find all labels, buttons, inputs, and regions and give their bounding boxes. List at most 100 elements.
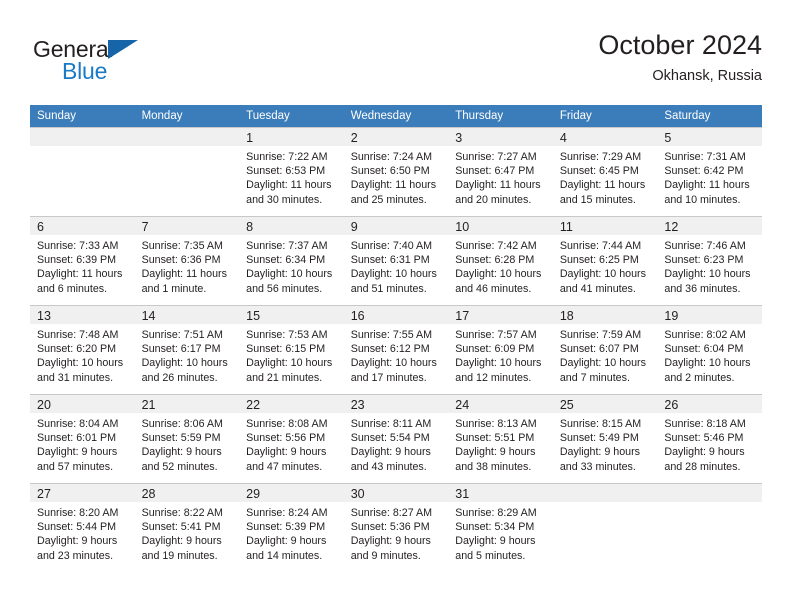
day-cell-inner: 17 Sunrise: 7:57 AM Sunset: 6:09 PM Dayligh…: [448, 305, 553, 394]
daylight-text-line1: Daylight: 11 hours: [246, 179, 332, 192]
sunset-text: Sunset: 6:34 PM: [246, 254, 326, 267]
day-cell-18[interactable]: 18 Sunrise: 7:59 AM Sunset: 6:07 PM Dayligh…: [552, 305, 658, 394]
day-cell-inner: 12 Sunrise: 7:46 AM Sunset: 6:23 PM Dayligh…: [657, 216, 762, 305]
day-cell-16[interactable]: 16 Sunrise: 7:55 AM Sunset: 6:12 PM Dayligh…: [343, 305, 449, 394]
day-cell-4[interactable]: 4 Sunrise: 7:29 AM Sunset: 6:45 PM Daylight…: [552, 127, 658, 216]
daylight-text-line2: and 38 minutes.: [455, 460, 532, 473]
day-cell-7[interactable]: 7 Sunrise: 7:35 AM Sunset: 6:36 PM Daylight…: [134, 216, 240, 305]
daylight-text-line2: and 46 minutes.: [455, 282, 532, 295]
sunrise-text: Sunrise: 7:42 AM: [455, 240, 537, 252]
sunset-text: Sunset: 6:20 PM: [37, 343, 117, 356]
day-cell-8[interactable]: 8 Sunrise: 7:37 AM Sunset: 6:34 PM Daylight…: [239, 216, 344, 305]
calendar-page: General Blue October 2024 Okhansk, Russi…: [0, 0, 792, 612]
day-number-band: 11: [552, 217, 658, 235]
day-cell-inner: 10 Sunrise: 7:42 AM Sunset: 6:28 PM Dayligh…: [448, 216, 553, 305]
daylight-text-line1: Daylight: 11 hours: [37, 268, 123, 281]
sunrise-text: Sunrise: 8:06 AM: [141, 418, 223, 430]
day-cell-22[interactable]: 22 Sunrise: 8:08 AM Sunset: 5:56 PM Dayligh…: [239, 394, 344, 483]
day-cell-29[interactable]: 29 Sunrise: 8:24 AM Sunset: 5:39 PM Dayligh…: [239, 483, 344, 572]
sunset-text: Sunset: 5:54 PM: [350, 432, 430, 445]
day-cell-details: [30, 146, 135, 150]
day-number-band: 10: [448, 217, 553, 235]
day-cell-13[interactable]: 13 Sunrise: 7:48 AM Sunset: 6:20 PM Dayligh…: [30, 305, 135, 394]
day-cell-15[interactable]: 15 Sunrise: 7:53 AM Sunset: 6:15 PM Dayligh…: [239, 305, 344, 394]
sunset-text: Sunset: 6:04 PM: [664, 343, 744, 356]
daylight-text-line2: and 15 minutes.: [559, 193, 636, 206]
day-cell-28[interactable]: 28 Sunrise: 8:22 AM Sunset: 5:41 PM Dayligh…: [134, 483, 240, 572]
sunrise-text: Sunrise: 7:35 AM: [141, 240, 223, 252]
day-cell-24[interactable]: 24 Sunrise: 8:13 AM Sunset: 5:51 PM Dayligh…: [448, 394, 553, 483]
day-cell-25[interactable]: 25 Sunrise: 8:15 AM Sunset: 5:49 PM Dayligh…: [552, 394, 658, 483]
daylight-text-line1: Daylight: 9 hours: [350, 535, 431, 548]
day-cell-details: Sunrise: 8:22 AM Sunset: 5:41 PM Daylight:…: [135, 502, 240, 563]
weekday-header-thursday: Thursday: [448, 105, 553, 127]
sunset-text: Sunset: 6:23 PM: [664, 254, 744, 267]
day-cell-31[interactable]: 31 Sunrise: 8:29 AM Sunset: 5:34 PM Dayligh…: [448, 483, 553, 572]
day-cell-details: [553, 502, 658, 506]
day-cell-3[interactable]: 3 Sunrise: 7:27 AM Sunset: 6:47 PM Daylight…: [448, 127, 553, 216]
daylight-text-line2: and 7 minutes.: [559, 371, 630, 384]
day-cell-6[interactable]: 6 Sunrise: 7:33 AM Sunset: 6:39 PM Daylight…: [30, 216, 135, 305]
day-cell-26[interactable]: 26 Sunrise: 8:18 AM Sunset: 5:46 PM Dayligh…: [657, 394, 762, 483]
day-cell-details: Sunrise: 7:35 AM Sunset: 6:36 PM Daylight:…: [135, 235, 240, 296]
day-cell-inner: 5 Sunrise: 7:31 AM Sunset: 6:42 PM Daylight…: [657, 127, 762, 216]
calendar-body: 1 Sunrise: 7:22 AM Sunset: 6:53 PM Daylight…: [30, 127, 762, 572]
day-cell-12[interactable]: 12 Sunrise: 7:46 AM Sunset: 6:23 PM Dayligh…: [657, 216, 762, 305]
day-cell-details: Sunrise: 8:24 AM Sunset: 5:39 PM Daylight:…: [239, 502, 344, 563]
day-number: 23: [350, 398, 365, 412]
day-cell-30[interactable]: 30 Sunrise: 8:27 AM Sunset: 5:36 PM Dayligh…: [343, 483, 449, 572]
day-cell-details: Sunrise: 7:51 AM Sunset: 6:17 PM Daylight:…: [135, 324, 240, 385]
day-cell-19[interactable]: 19 Sunrise: 8:02 AM Sunset: 6:04 PM Dayligh…: [657, 305, 762, 394]
day-cell-11[interactable]: 11 Sunrise: 7:44 AM Sunset: 6:25 PM Dayligh…: [552, 216, 658, 305]
day-number: 13: [37, 309, 51, 323]
day-number-band: 3: [448, 128, 553, 146]
day-number: 22: [246, 398, 261, 412]
day-cell-14[interactable]: 14 Sunrise: 7:51 AM Sunset: 6:17 PM Dayligh…: [134, 305, 240, 394]
daylight-text-line1: Daylight: 10 hours: [246, 357, 333, 370]
sunrise-text: Sunrise: 8:02 AM: [664, 329, 746, 341]
day-number-band: 12: [657, 217, 762, 235]
daylight-text-line2: and 30 minutes.: [246, 193, 323, 206]
day-cell-inner: [552, 483, 658, 572]
day-number-band: 19: [657, 306, 762, 324]
day-cell-21[interactable]: 21 Sunrise: 8:06 AM Sunset: 5:59 PM Dayligh…: [134, 394, 240, 483]
sunrise-text: Sunrise: 8:13 AM: [455, 418, 537, 430]
day-cell-empty: [657, 483, 762, 572]
day-cell-details: Sunrise: 8:04 AM Sunset: 6:01 PM Daylight:…: [30, 413, 135, 474]
daylight-text-line2: and 31 minutes.: [37, 371, 114, 384]
daylight-text-line1: Daylight: 9 hours: [246, 535, 327, 548]
day-cell-27[interactable]: 27 Sunrise: 8:20 AM Sunset: 5:44 PM Dayligh…: [30, 483, 135, 572]
day-cell-details: Sunrise: 8:06 AM Sunset: 5:59 PM Daylight:…: [135, 413, 240, 474]
day-cell-details: Sunrise: 7:55 AM Sunset: 6:12 PM Daylight:…: [344, 324, 449, 385]
day-number: 14: [141, 309, 156, 323]
day-cell-inner: 7 Sunrise: 7:35 AM Sunset: 6:36 PM Daylight…: [134, 216, 240, 305]
day-cell-details: Sunrise: 8:18 AM Sunset: 5:46 PM Daylight:…: [657, 413, 762, 474]
day-number: 19: [664, 309, 679, 323]
day-cell-details: Sunrise: 7:44 AM Sunset: 6:25 PM Daylight:…: [553, 235, 658, 296]
day-cell-17[interactable]: 17 Sunrise: 7:57 AM Sunset: 6:09 PM Dayligh…: [448, 305, 553, 394]
day-cell-inner: 24 Sunrise: 8:13 AM Sunset: 5:51 PM Dayligh…: [448, 394, 553, 483]
day-cell-2[interactable]: 2 Sunrise: 7:24 AM Sunset: 6:50 PM Daylight…: [343, 127, 449, 216]
day-cell-inner: [657, 483, 762, 572]
day-number-band: 22: [239, 395, 344, 413]
day-cell-empty: [552, 483, 658, 572]
day-cell-5[interactable]: 5 Sunrise: 7:31 AM Sunset: 6:42 PM Daylight…: [657, 127, 762, 216]
day-number-band: 31: [448, 484, 553, 502]
day-cell-20[interactable]: 20 Sunrise: 8:04 AM Sunset: 6:01 PM Dayligh…: [30, 394, 135, 483]
general-blue-logo[interactable]: General Blue: [33, 36, 233, 94]
day-cell-inner: 4 Sunrise: 7:29 AM Sunset: 6:45 PM Daylight…: [552, 127, 658, 216]
day-cell-23[interactable]: 23 Sunrise: 8:11 AM Sunset: 5:54 PM Dayligh…: [343, 394, 449, 483]
daylight-text-line2: and 10 minutes.: [664, 193, 741, 206]
day-cell-details: Sunrise: 7:57 AM Sunset: 6:09 PM Daylight:…: [448, 324, 553, 385]
day-cell-10[interactable]: 10 Sunrise: 7:42 AM Sunset: 6:28 PM Dayligh…: [448, 216, 553, 305]
day-number: 30: [350, 487, 365, 501]
sunset-text: Sunset: 6:47 PM: [455, 165, 535, 178]
day-cell-1[interactable]: 1 Sunrise: 7:22 AM Sunset: 6:53 PM Daylight…: [239, 127, 344, 216]
day-cell-9[interactable]: 9 Sunrise: 7:40 AM Sunset: 6:31 PM Daylight…: [343, 216, 449, 305]
day-number-band: 20: [30, 395, 135, 413]
sunrise-text: Sunrise: 7:59 AM: [559, 329, 642, 341]
day-number-band: 17: [448, 306, 553, 324]
day-cell-details: Sunrise: 7:46 AM Sunset: 6:23 PM Daylight:…: [657, 235, 762, 296]
day-cell-inner: 29 Sunrise: 8:24 AM Sunset: 5:39 PM Dayligh…: [239, 483, 344, 572]
daylight-text-line1: Daylight: 10 hours: [37, 357, 124, 370]
